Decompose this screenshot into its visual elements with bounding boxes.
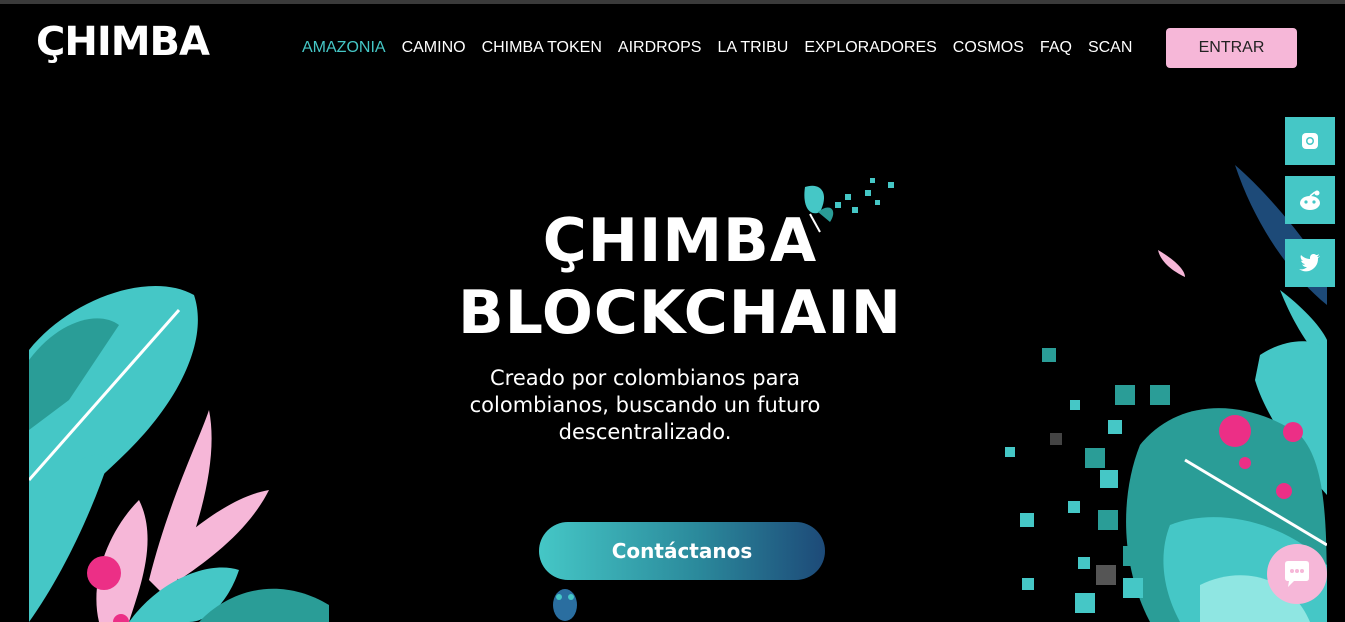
twitter-link[interactable] [1285, 239, 1335, 287]
reddit-link[interactable] [1285, 176, 1335, 224]
nav-item-amazonia[interactable]: AMAZONIA [302, 37, 386, 59]
nav-item-exploradores[interactable]: EXPLORADORES [804, 37, 936, 59]
brand-logo[interactable]: ÇHIMBA [36, 16, 210, 68]
hero-title: ÇHIMBA BLOCKCHAIN [440, 205, 920, 349]
hero-subtitle: Creado por colombianos para colombianos,… [469, 366, 821, 444]
reddit-icon [1300, 190, 1320, 210]
nav-item-la-tribu[interactable]: LA TRIBU [717, 37, 788, 59]
contact-button[interactable]: Contáctanos [539, 522, 825, 580]
nav-item-cosmos[interactable]: COSMOS [953, 37, 1024, 59]
top-border [0, 0, 1345, 4]
left-jungle-decoration [29, 286, 329, 622]
instagram-icon [1302, 133, 1318, 149]
critter-decoration [553, 589, 577, 621]
nav-item-scan[interactable]: SCAN [1088, 37, 1132, 59]
login-button[interactable]: ENTRAR [1166, 28, 1297, 68]
chat-button[interactable] [1267, 544, 1327, 604]
twitter-icon [1299, 254, 1320, 272]
nav-item-faq[interactable]: FAQ [1040, 37, 1072, 59]
hero-title-line2: BLOCKCHAIN [458, 278, 902, 348]
nav-item-camino[interactable]: CAMINO [402, 37, 466, 59]
chat-bubble-icon [1285, 561, 1309, 587]
main-nav: AMAZONIA CAMINO CHIMBA TOKEN AIRDROPS LA… [302, 37, 1148, 59]
nav-item-chimba-token[interactable]: CHIMBA TOKEN [482, 37, 602, 59]
nav-item-airdrops[interactable]: AIRDROPS [618, 37, 702, 59]
hero-title-line1: ÇHIMBA [542, 206, 818, 276]
instagram-link[interactable] [1285, 117, 1335, 165]
